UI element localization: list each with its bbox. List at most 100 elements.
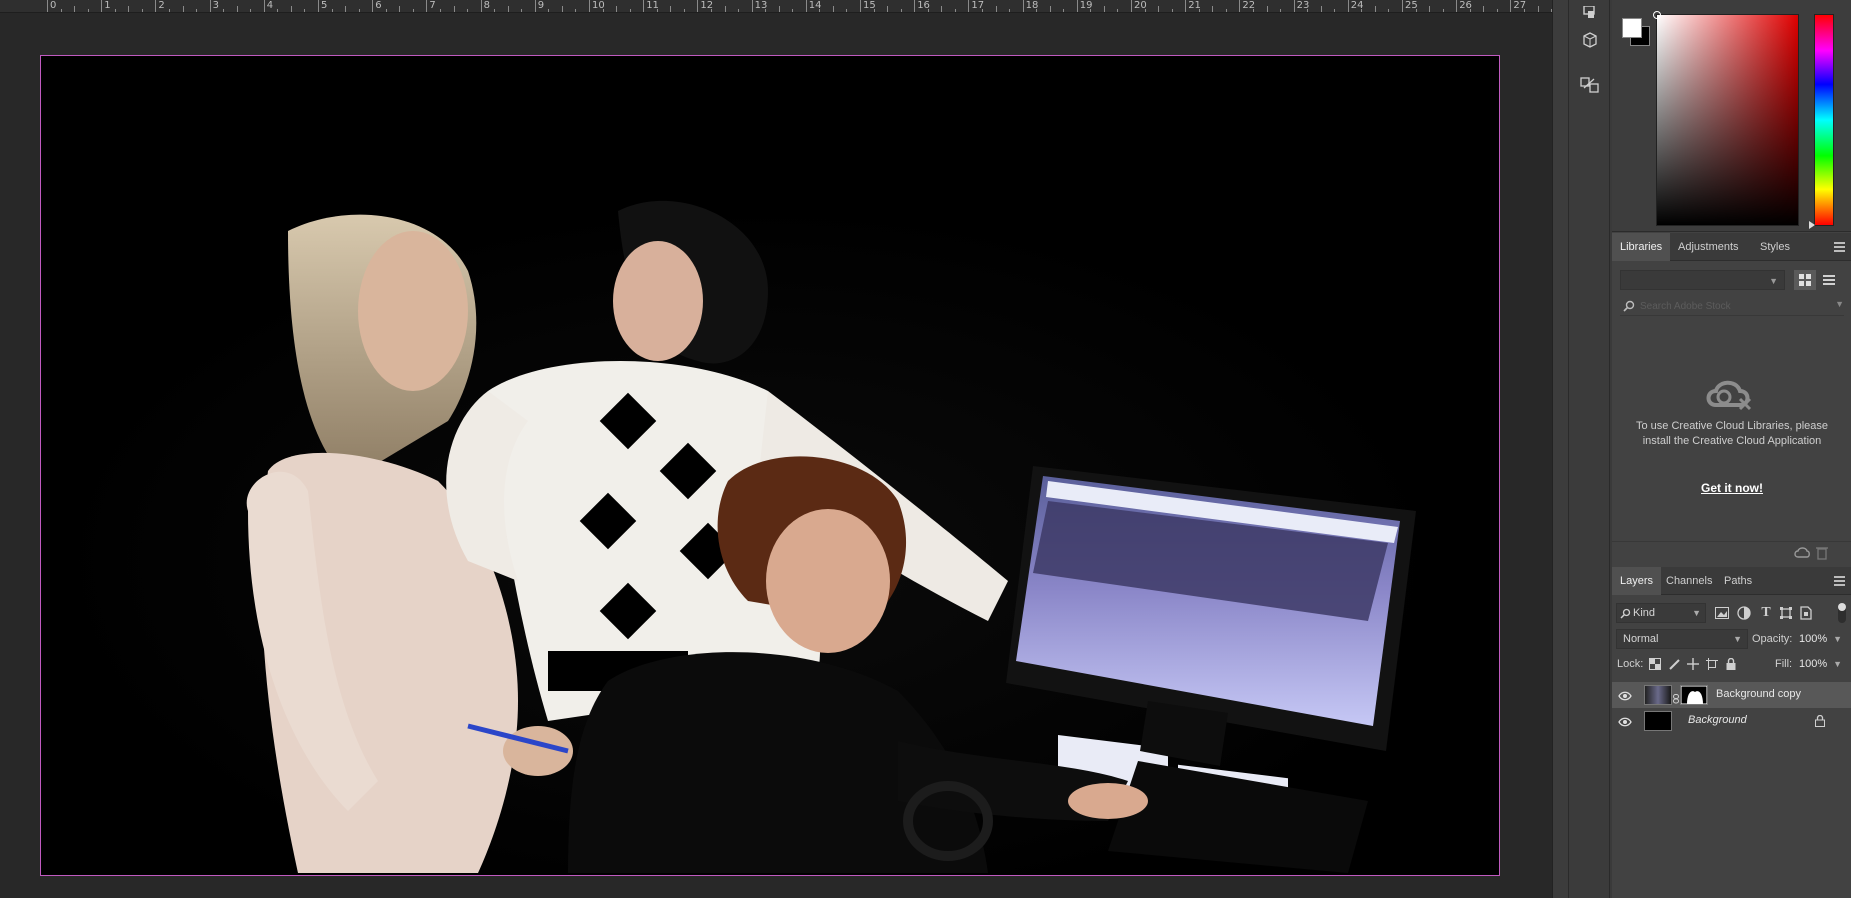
ruler-minor-tick: [236, 6, 238, 12]
ruler-minor-tick: [1158, 6, 1160, 12]
ruler-minor-tick: [846, 9, 848, 12]
ruler-minor-tick: [887, 6, 889, 12]
ruler-minor-tick: [954, 9, 956, 12]
cloud-sync-icon[interactable]: [1794, 546, 1810, 565]
ruler-minor-tick: [981, 9, 983, 12]
ruler-minor-tick: [629, 9, 631, 12]
kind-filter-label: Kind: [1633, 607, 1656, 619]
adjustment-layer-filter-icon[interactable]: [1736, 605, 1752, 621]
tab-libraries[interactable]: Libraries: [1612, 233, 1671, 261]
chevron-down-icon[interactable]: ▼: [1833, 659, 1842, 669]
properties-icon[interactable]: [1577, 0, 1603, 26]
ruler-minor-tick: [1049, 6, 1051, 12]
tab-paths[interactable]: Paths: [1716, 567, 1760, 595]
ruler-minor-tick: [1117, 9, 1119, 12]
ruler-minor-tick: [1334, 9, 1336, 12]
ruler-minor-tick: [250, 9, 252, 12]
ruler-minor-tick: [616, 6, 618, 12]
ruler-minor-tick: [290, 6, 292, 12]
foreground-color-swatch[interactable]: [1622, 18, 1642, 38]
trash-icon[interactable]: [1816, 546, 1828, 565]
document-canvas[interactable]: [40, 55, 1500, 876]
grid-view-button[interactable]: [1794, 270, 1816, 290]
panel-menu-icon[interactable]: [1834, 242, 1845, 252]
opacity-value[interactable]: 100% ▼: [1799, 633, 1842, 645]
ruler-minor-tick: [114, 9, 116, 12]
lock-image-pixels-icon[interactable]: [1668, 657, 1682, 671]
pixel-layer-filter-icon[interactable]: [1714, 605, 1730, 621]
layers-panel: Layers Channels Paths Kind ▼ T Normal ▼ …: [1612, 567, 1851, 898]
ruler-minor-tick: [1307, 9, 1309, 12]
ruler-minor-tick: [439, 9, 441, 12]
ruler-minor-tick: [385, 9, 387, 12]
ruler-minor-tick: [494, 9, 496, 12]
ruler-minor-tick: [1198, 9, 1200, 12]
fill-value[interactable]: 100% ▼: [1799, 658, 1842, 670]
lock-artboard-icon[interactable]: [1705, 657, 1719, 671]
ruler-number: 4: [266, 0, 274, 11]
get-it-now-link[interactable]: Get it now!: [1632, 481, 1832, 495]
ruler-minor-tick: [168, 9, 170, 12]
color-selector-ring[interactable]: [1653, 11, 1661, 19]
ruler-minor-tick: [656, 9, 658, 12]
tab-styles[interactable]: Styles: [1752, 233, 1798, 261]
hue-slider-handle[interactable]: [1809, 221, 1815, 229]
layer-row[interactable]: Background copy: [1612, 682, 1851, 708]
mask-link-icon[interactable]: [1673, 691, 1679, 709]
adjust-map-icon[interactable]: [1577, 72, 1603, 98]
ruler-minor-tick: [778, 6, 780, 12]
ruler-number: 3: [212, 0, 219, 11]
layer-name[interactable]: Background copy: [1716, 688, 1801, 700]
ruler-number: 6: [375, 0, 382, 11]
smart-object-filter-icon[interactable]: [1798, 605, 1814, 621]
eye-icon[interactable]: [1618, 688, 1632, 706]
libraries-panel: Libraries Adjustments Styles ▼ ▼: [1612, 233, 1851, 567]
blend-mode-select[interactable]: Normal ▼: [1616, 629, 1748, 649]
ruler-minor-tick: [765, 9, 767, 12]
eye-icon[interactable]: [1618, 714, 1632, 732]
3d-cube-icon[interactable]: [1577, 28, 1603, 54]
chevron-down-icon[interactable]: ▼: [1833, 634, 1842, 644]
ruler-minor-tick: [1388, 9, 1390, 12]
lock-position-icon[interactable]: [1686, 657, 1700, 671]
type-layer-filter-icon[interactable]: T: [1758, 605, 1774, 621]
lock-all-icon[interactable]: [1724, 657, 1738, 671]
panel-menu-icon[interactable]: [1834, 576, 1845, 586]
layer-name[interactable]: Background: [1688, 714, 1747, 726]
hue-slider[interactable]: [1814, 14, 1834, 226]
ruler-minor-tick: [683, 9, 685, 12]
layer-kind-filter[interactable]: Kind ▼: [1616, 603, 1706, 623]
ruler-minor-tick: [1090, 9, 1092, 12]
tab-channels[interactable]: Channels: [1658, 567, 1720, 595]
library-select[interactable]: ▼: [1620, 270, 1785, 290]
layer-thumbnail[interactable]: [1644, 685, 1672, 705]
ruler-minor-tick: [1063, 9, 1065, 12]
list-view-button[interactable]: [1818, 270, 1840, 290]
tab-adjustments[interactable]: Adjustments: [1670, 233, 1747, 261]
canvas-area[interactable]: 0 1 2 3 4 5 6 7 8 9 10 11 12 13 14 15 16 17 18 19 20 21 22 23 24…: [0, 0, 1552, 898]
layer-mask-thumbnail[interactable]: [1680, 685, 1708, 705]
ruler-minor-tick: [548, 9, 550, 12]
ruler-minor-tick: [412, 9, 414, 12]
layer-row[interactable]: Background: [1612, 708, 1851, 734]
chevron-down-icon[interactable]: ▼: [1835, 299, 1844, 309]
ruler-minor-tick: [561, 6, 563, 12]
document-photo[interactable]: [48, 61, 1494, 873]
ruler-number: 2: [158, 0, 165, 11]
ruler-minor-tick: [575, 9, 577, 12]
stock-search-input[interactable]: [1640, 296, 1820, 316]
ruler-number: 9: [537, 0, 545, 11]
tab-layers[interactable]: Layers: [1612, 567, 1662, 595]
opacity-label: Opacity:: [1752, 633, 1793, 645]
canvas-vertical-scrollbar[interactable]: [1552, 0, 1568, 898]
shape-layer-filter-icon[interactable]: [1778, 605, 1794, 621]
horizontal-ruler[interactable]: 0 1 2 3 4 5 6 7 8 9 10 11 12 13 14 15 16 17 18 19 20 21 22 23 24…: [0, 0, 1552, 13]
saturation-value-field[interactable]: [1653, 11, 1799, 226]
filter-toggle[interactable]: [1838, 603, 1846, 623]
ruler-minor-tick: [1036, 9, 1038, 12]
ruler-minor-tick: [1225, 9, 1227, 12]
lock-transparent-pixels-icon[interactable]: [1648, 657, 1662, 671]
layer-thumbnail[interactable]: [1644, 711, 1672, 731]
ruler-minor-tick: [453, 6, 455, 12]
ruler-minor-tick: [1429, 6, 1431, 12]
